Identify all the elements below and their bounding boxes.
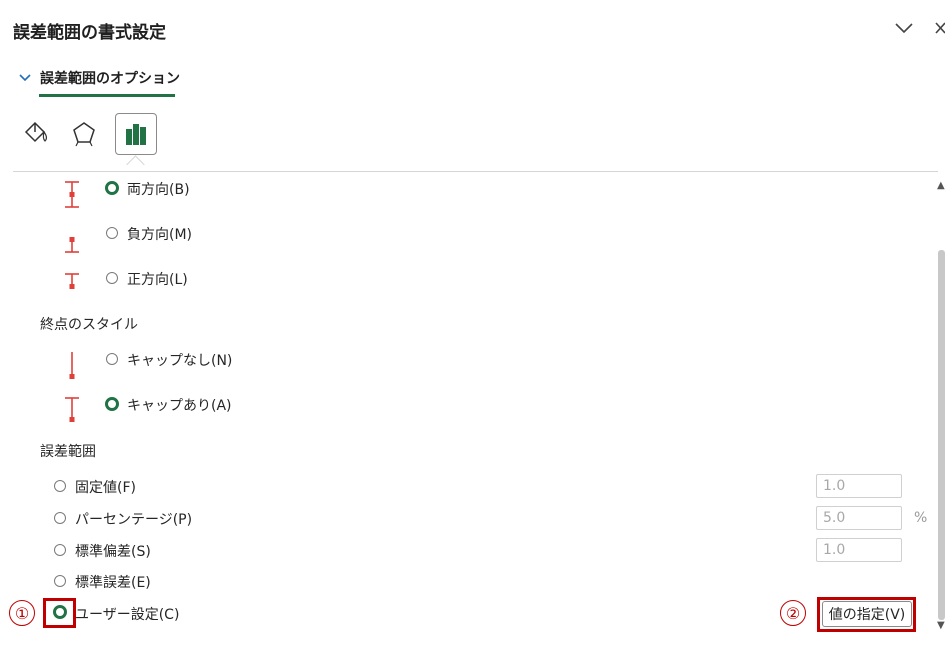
close-icon[interactable] <box>934 20 945 39</box>
annotation-marker-2: ② <box>780 600 806 626</box>
annotation-marker-1: ① <box>9 600 35 626</box>
bar-chart-options-icon[interactable] <box>115 113 157 155</box>
fixed-value-input[interactable]: 1.0 <box>816 474 902 498</box>
errorbar-both-icon <box>63 180 81 214</box>
divider <box>13 171 938 172</box>
label-fixed-value[interactable]: 固定値(F) <box>75 477 136 497</box>
scrollbar-thumb[interactable] <box>938 250 945 620</box>
std-dev-input[interactable]: 1.0 <box>816 538 902 562</box>
percentage-input[interactable]: 5.0 <box>816 506 902 530</box>
chevron-down-icon[interactable] <box>894 20 914 39</box>
radio-std-dev[interactable] <box>54 544 66 556</box>
cap-icon <box>63 396 81 430</box>
label-percentage[interactable]: パーセンテージ(P) <box>75 509 192 529</box>
errorbar-minus-icon <box>63 234 81 260</box>
error-amount-heading: 誤差範囲 <box>40 444 96 460</box>
errorbar-plus-icon <box>63 271 81 297</box>
radio-plus-direction[interactable] <box>106 272 118 284</box>
radio-both-direction[interactable] <box>105 181 119 195</box>
radio-cap[interactable] <box>105 397 119 411</box>
radio-percentage[interactable] <box>54 512 66 524</box>
label-cap[interactable]: キャップあり(A) <box>127 395 232 415</box>
label-both-direction[interactable]: 両方向(B) <box>127 179 190 199</box>
effects-pentagon-icon[interactable] <box>64 113 104 153</box>
radio-custom[interactable] <box>53 605 67 619</box>
section-chevron-icon[interactable] <box>18 69 32 88</box>
highlight-box-specify-button <box>817 597 916 632</box>
scroll-down-icon[interactable]: ▼ <box>937 620 945 631</box>
pane-title: 誤差範囲の書式設定 <box>13 23 166 43</box>
radio-no-cap[interactable] <box>106 353 118 365</box>
label-std-error[interactable]: 標準誤差(E) <box>75 572 151 592</box>
radio-std-error[interactable] <box>54 575 66 587</box>
label-custom[interactable]: ユーザー設定(C) <box>75 604 179 624</box>
no-cap-icon <box>63 350 81 388</box>
fill-line-icon[interactable] <box>15 113 55 153</box>
radio-minus-direction[interactable] <box>106 227 118 239</box>
label-no-cap[interactable]: キャップなし(N) <box>127 350 232 370</box>
label-plus-direction[interactable]: 正方向(L) <box>127 269 188 289</box>
end-style-heading: 終点のスタイル <box>40 317 138 333</box>
section-underline <box>39 94 175 97</box>
section-label[interactable]: 誤差範囲のオプション <box>40 68 180 88</box>
radio-fixed-value[interactable] <box>54 480 66 492</box>
scroll-up-icon[interactable]: ▲ <box>937 180 945 191</box>
label-std-dev[interactable]: 標準偏差(S) <box>75 541 151 561</box>
label-minus-direction[interactable]: 負方向(M) <box>127 224 192 244</box>
percent-unit: % <box>914 510 928 526</box>
